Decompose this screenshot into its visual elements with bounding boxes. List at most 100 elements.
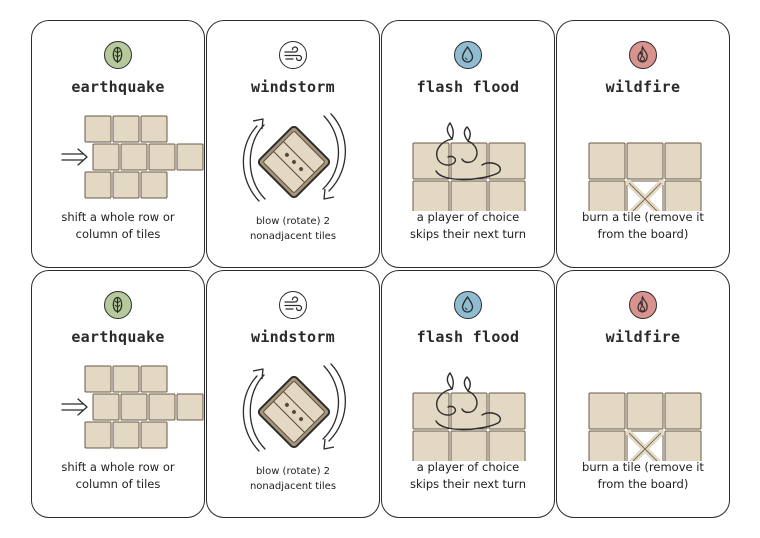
water-drop-icon — [461, 45, 474, 63]
board-tile — [140, 365, 168, 393]
card-description-line: burn a tile (remove it — [582, 210, 704, 224]
board-tile — [588, 180, 626, 211]
card-title: flash flood — [416, 78, 520, 96]
card-description-line: a player of choice — [416, 460, 520, 474]
card-type-badge — [629, 41, 657, 69]
card-illustration — [61, 115, 204, 199]
card-description-line: a player of choice — [416, 210, 520, 224]
card-type-badge — [279, 291, 307, 319]
wind-icon — [284, 296, 303, 312]
board-tile — [84, 171, 112, 199]
card-title: earthquake — [71, 78, 165, 96]
card-earthquake: earthquake shift a whole row or column of … — [31, 270, 205, 518]
board-tile — [120, 393, 148, 421]
card-illustration — [61, 365, 204, 449]
card-illustration — [588, 392, 702, 461]
board-tile — [488, 392, 526, 430]
board-tile — [412, 180, 450, 211]
board-tile — [664, 142, 702, 180]
card-description-line: shift a whole row or — [61, 210, 175, 224]
board-tile — [112, 115, 140, 143]
board-tile — [488, 180, 526, 211]
board-tile — [140, 421, 168, 449]
card-description-line: skips their next turn — [410, 227, 526, 241]
card-description: shift a whole row or column of tiles — [40, 459, 196, 493]
board-tile — [92, 393, 120, 421]
card-title: earthquake — [71, 328, 165, 346]
card-title: windstorm — [251, 328, 335, 346]
board-tile — [450, 392, 488, 430]
board-tile — [626, 392, 664, 430]
burned-tile — [626, 430, 664, 461]
board-tile — [412, 430, 450, 461]
card-flash-flood: flash flood a player of choice skips their… — [381, 20, 555, 268]
board-tile — [664, 392, 702, 430]
flame-icon — [637, 45, 648, 63]
board-tile — [84, 421, 112, 449]
board-tile — [412, 392, 450, 430]
card-type-badge — [104, 41, 132, 69]
board-tile — [588, 392, 626, 430]
flame-icon — [637, 295, 648, 313]
card-type-badge — [454, 291, 482, 319]
board-tile — [450, 142, 488, 180]
card-earthquake: earthquake shift a whole row or column of … — [31, 20, 205, 268]
card-type-badge — [279, 41, 307, 69]
board-tile — [588, 430, 626, 461]
card-illustration — [588, 142, 702, 211]
card-description-line: from the board) — [597, 227, 689, 241]
card-illustration — [242, 363, 347, 452]
board-tile — [92, 143, 120, 171]
card-description: shift a whole row or column of tiles — [40, 209, 196, 243]
card-description: blow (rotate) 2 nonadjacent tiles — [215, 464, 371, 494]
card-illustration — [412, 121, 526, 211]
leaf-icon — [112, 296, 123, 313]
board-tile — [84, 115, 112, 143]
wind-icon — [284, 46, 303, 62]
board-tile — [148, 393, 176, 421]
shift-arrow-icon — [61, 398, 88, 416]
card-windstorm: windstorm blow (rotate) 2 nonadjacent tile… — [206, 270, 380, 518]
board-tile — [140, 115, 168, 143]
card-type-badge — [629, 291, 657, 319]
card-description-line: nonadjacent tiles — [249, 481, 337, 492]
card-illustration — [412, 371, 526, 461]
card-description-line: blow (rotate) 2 — [255, 216, 331, 227]
card-windstorm: windstorm blow (rotate) 2 nonadjacent tile… — [206, 20, 380, 268]
card-description-line: blow (rotate) 2 — [255, 466, 331, 477]
board-tile — [176, 143, 204, 171]
card-description-line: from the board) — [597, 477, 689, 491]
card-type-badge — [454, 41, 482, 69]
card-description-line: column of tiles — [75, 477, 161, 491]
board-tile — [450, 430, 488, 461]
board-tile — [488, 142, 526, 180]
shift-arrow-icon — [61, 148, 88, 166]
card-title: flash flood — [416, 328, 520, 346]
board-tile — [664, 180, 702, 211]
water-drop-icon — [461, 295, 474, 313]
card-description: a player of choice skips their next turn — [390, 209, 546, 243]
card-description: burn a tile (remove it from the board) — [565, 209, 721, 243]
board-tile — [626, 142, 664, 180]
burned-tile — [626, 180, 664, 211]
card-description-line: column of tiles — [75, 227, 161, 241]
board-tile — [120, 143, 148, 171]
card-wildfire: wildfire burn a tile (remove it from the b… — [556, 20, 730, 268]
board-tile — [588, 142, 626, 180]
card-description: blow (rotate) 2 nonadjacent tiles — [215, 214, 371, 244]
card-title: wildfire — [605, 328, 681, 346]
board-tile — [488, 430, 526, 461]
board-tile — [664, 430, 702, 461]
board-tile — [450, 180, 488, 211]
board-tile — [112, 171, 140, 199]
board-tile — [112, 421, 140, 449]
board-tile — [140, 171, 168, 199]
card-description-line: shift a whole row or — [61, 460, 175, 474]
card-description-line: skips their next turn — [410, 477, 526, 491]
board-tile — [176, 393, 204, 421]
card-description: burn a tile (remove it from the board) — [565, 459, 721, 493]
card-title: wildfire — [605, 78, 681, 96]
card-description: a player of choice skips their next turn — [390, 459, 546, 493]
card-title: windstorm — [251, 78, 335, 96]
card-flash-flood: flash flood a player of choice skips their… — [381, 270, 555, 518]
